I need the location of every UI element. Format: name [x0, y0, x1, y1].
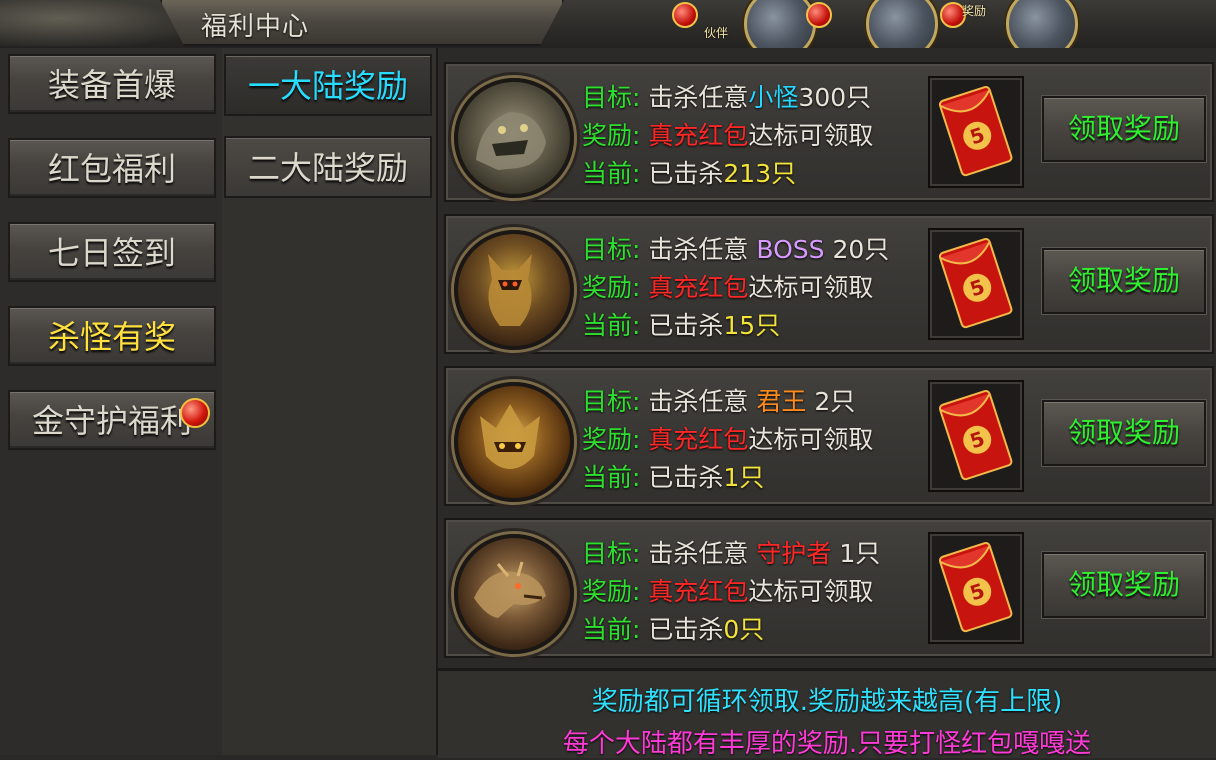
footer-notes: 奖励都可循环领取.奖励越来越高(有上限) 每个大陆都有丰厚的奖励.只要打怪红包嘎…: [438, 668, 1216, 759]
red-packet-slot[interactable]: 5: [928, 380, 1024, 492]
target-label: 目标:: [582, 387, 641, 416]
target-count: 20只: [832, 235, 890, 264]
task-progress-line: 当前: 已击杀213只: [582, 154, 796, 190]
task-reward-line: 奖励: 真充红包达标可领取: [582, 420, 873, 456]
current-kill-count: 0只: [723, 615, 765, 644]
task-target-line: 目标: 击杀任意 守护者 1只: [582, 534, 880, 570]
target-monster-name: 守护者: [756, 539, 832, 568]
hud-partner-label: 伙伴: [704, 26, 729, 40]
target-count: 1只: [839, 539, 881, 568]
current-prefix: 已击杀: [648, 311, 724, 340]
category-seven-day-checkin[interactable]: 七日签到: [8, 222, 216, 282]
task-target-line: 目标: 击杀任意 君王 2只: [582, 382, 855, 418]
target-prefix: 击杀任意: [648, 539, 749, 568]
hud-icons: 伙伴 奖励: [548, 0, 1216, 60]
target-monster-name: 小怪: [748, 83, 799, 112]
category-red-packet-welfare[interactable]: 红包福利: [8, 138, 216, 198]
subtab-column: 一大陆奖励 二大陆奖励: [222, 48, 439, 755]
reward-label: 奖励:: [582, 121, 641, 150]
current-prefix: 已击杀: [648, 463, 724, 492]
reward-name: 真充红包: [648, 577, 749, 606]
current-kill-count: 1只: [723, 463, 765, 492]
king-portrait-icon: [454, 382, 574, 502]
current-prefix: 已击杀: [648, 615, 724, 644]
claim-reward-button[interactable]: 领取奖励: [1042, 248, 1206, 314]
footer-line-continent: 每个大陆都有丰厚的奖励.只要打怪红包嘎嘎送: [562, 729, 1092, 759]
target-label: 目标:: [582, 83, 641, 112]
beast-portrait-icon: [454, 78, 574, 198]
target-count: 2只: [814, 387, 856, 416]
category-kill-monster-reward[interactable]: 杀怪有奖: [8, 306, 216, 366]
category-equip-first-drop[interactable]: 装备首爆: [8, 54, 216, 114]
task-progress-line: 当前: 已击杀15只: [582, 306, 780, 342]
task-target-line: 目标: 击杀任意小怪300只: [582, 78, 871, 114]
task-reward-line: 奖励: 真充红包达标可领取: [582, 116, 873, 152]
task-progress-line: 当前: 已击杀1只: [582, 458, 764, 494]
footer-line-cycle: 奖励都可循环领取.奖励越来越高(有上限): [591, 687, 1063, 717]
current-label: 当前:: [582, 463, 641, 492]
dragon-portrait-icon: [454, 534, 574, 654]
task-row: 目标: 击杀任意 君王 2只 奖励: 真充红包达标可领取 当前: 已击杀1只 5…: [444, 366, 1214, 506]
target-monster-name: BOSS: [756, 235, 825, 264]
target-prefix: 击杀任意: [648, 83, 749, 112]
task-list: 目标: 击杀任意小怪300只 奖励: 真充红包达标可领取 当前: 已击杀213只…: [438, 48, 1216, 668]
current-label: 当前:: [582, 311, 641, 340]
notification-dot-icon: [672, 2, 698, 28]
reward-suffix: 达标可领取: [748, 577, 874, 606]
task-reward-line: 奖励: 真充红包达标可领取: [582, 268, 873, 304]
target-label: 目标:: [582, 539, 641, 568]
top-bar: 福利中心 伙伴 奖励: [0, 0, 1216, 60]
current-label: 当前:: [582, 159, 641, 188]
red-packet-icon: 5: [938, 541, 1013, 633]
red-dot-badge-icon: [180, 398, 210, 428]
red-packet-slot[interactable]: 5: [928, 532, 1024, 644]
target-prefix: 击杀任意: [648, 387, 749, 416]
reward-name: 真充红包: [648, 121, 749, 150]
task-target-line: 目标: 击杀任意 BOSS 20只: [582, 230, 889, 266]
window-title: 福利中心: [200, 12, 309, 42]
reward-suffix: 达标可领取: [748, 273, 874, 302]
tab-continent-two-reward[interactable]: 二大陆奖励: [224, 136, 432, 198]
target-count: 300只: [798, 83, 872, 112]
target-prefix: 击杀任意: [648, 235, 749, 264]
red-packet-slot[interactable]: 5: [928, 228, 1024, 340]
task-row: 目标: 击杀任意 守护者 1只 奖励: 真充红包达标可领取 当前: 已击杀0只 …: [444, 518, 1214, 658]
reward-suffix: 达标可领取: [748, 121, 874, 150]
reward-suffix: 达标可领取: [748, 425, 874, 454]
task-reward-line: 奖励: 真充红包达标可领取: [582, 572, 873, 608]
current-label: 当前:: [582, 615, 641, 644]
current-kill-count: 15只: [723, 311, 781, 340]
red-packet-slot[interactable]: 5: [928, 76, 1024, 188]
reward-label: 奖励:: [582, 273, 641, 302]
notification-dot-icon: [806, 2, 832, 28]
hud-reward-badge: 奖励: [962, 4, 987, 18]
task-row: 目标: 击杀任意小怪300只 奖励: 真充红包达标可领取 当前: 已击杀213只…: [444, 62, 1214, 202]
current-kill-count: 213只: [723, 159, 797, 188]
category-column: 装备首爆 红包福利 七日签到 杀怪有奖 金守护福利: [0, 48, 224, 755]
claim-reward-button[interactable]: 领取奖励: [1042, 400, 1206, 466]
tab-continent-one-reward[interactable]: 一大陆奖励: [224, 54, 432, 116]
claim-reward-button[interactable]: 领取奖励: [1042, 552, 1206, 618]
task-row: 目标: 击杀任意 BOSS 20只 奖励: 真充红包达标可领取 当前: 已击杀1…: [444, 214, 1214, 354]
reward-label: 奖励:: [582, 425, 641, 454]
reward-label: 奖励:: [582, 577, 641, 606]
red-packet-icon: 5: [938, 85, 1013, 177]
target-label: 目标:: [582, 235, 641, 264]
reward-name: 真充红包: [648, 273, 749, 302]
red-packet-icon: 5: [938, 237, 1013, 329]
claim-reward-button[interactable]: 领取奖励: [1042, 96, 1206, 162]
target-monster-name: 君王: [756, 387, 807, 416]
task-progress-line: 当前: 已击杀0只: [582, 610, 764, 646]
current-prefix: 已击杀: [648, 159, 724, 188]
red-packet-icon: 5: [938, 389, 1013, 481]
reward-name: 真充红包: [648, 425, 749, 454]
boss-portrait-icon: [454, 230, 574, 350]
